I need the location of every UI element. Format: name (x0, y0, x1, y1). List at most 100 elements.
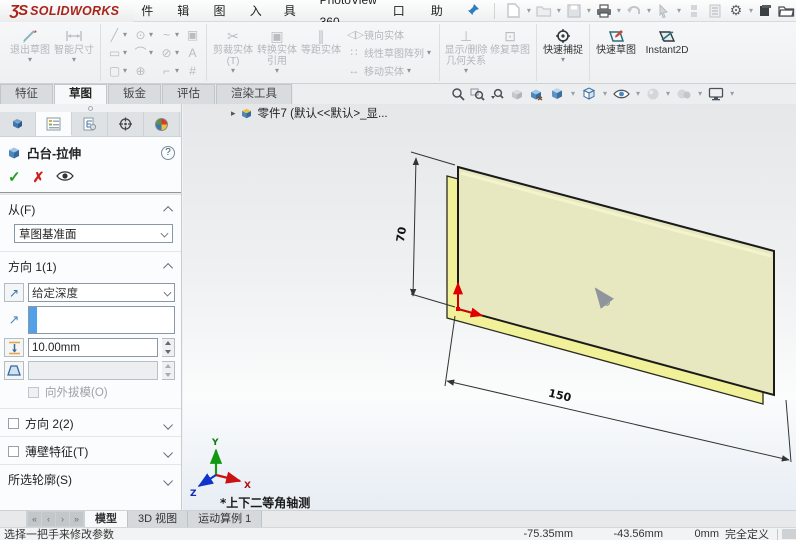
repair-sketch-button[interactable]: ⊡ 修复草图 (488, 24, 532, 81)
direction-reference-listbox[interactable] (28, 306, 175, 334)
save-icon[interactable] (565, 2, 583, 20)
dimension-height-text[interactable]: 70 (394, 226, 409, 243)
previous-view-icon[interactable] (490, 87, 505, 101)
view-display-settings-monitor-icon[interactable] (708, 87, 724, 101)
caret-icon[interactable]: ▾ (557, 6, 561, 15)
caret-icon[interactable]: ▾ (636, 89, 640, 98)
text-tool-button[interactable]: A (183, 44, 202, 62)
print-icon[interactable] (595, 2, 613, 20)
tab-motion-study[interactable]: 运动算例 1 (188, 511, 263, 527)
display-style-icon[interactable] (581, 86, 597, 101)
flyout-feature-tree[interactable]: ▸ 零件7 (默认<<默认>_显... (231, 105, 388, 121)
help-icon[interactable]: ? (161, 145, 175, 160)
spline-tool-button[interactable]: ~ ▾ (157, 26, 181, 44)
tab-feature-tree[interactable] (0, 112, 36, 136)
offset-entities-button[interactable]: ∥ 等距实体 (299, 24, 343, 81)
linear-pattern-button[interactable]: ∷ 线性草图阵列 ▾ (347, 44, 432, 61)
display-relations-button[interactable]: ⊥ 显示/删除几何关系 ▾ (444, 24, 488, 81)
tab-configuration-manager[interactable] (72, 112, 108, 136)
caret-icon[interactable]: ▾ (666, 89, 670, 98)
convert-entities-button[interactable]: ▣ 转换实体引用 ▾ (255, 24, 299, 81)
section-direction2[interactable]: 方向 2(2) (0, 408, 181, 436)
trim-entities-button[interactable]: ✂ 剪裁实体(T) ▾ (211, 24, 255, 81)
rapid-sketch-button[interactable]: 快速草图 (594, 24, 638, 81)
panel-resize-handle[interactable] (0, 104, 181, 112)
tab-dimxpert[interactable] (108, 112, 144, 136)
grid-tool-button[interactable]: # (183, 62, 202, 80)
options-list-icon[interactable] (706, 2, 724, 20)
section-view-icon[interactable] (510, 87, 524, 101)
section-from[interactable]: 从(F) (0, 194, 181, 222)
nav-next-button[interactable]: › (56, 512, 69, 526)
draft-outward-checkbox[interactable] (28, 386, 39, 398)
edit-appearance-icon[interactable] (646, 87, 660, 101)
tree-expand-icon[interactable]: ▸ (231, 108, 236, 119)
nav-prev-button[interactable]: ‹ (42, 512, 55, 526)
slot-tool-button[interactable]: ▣ (183, 26, 202, 44)
scene-canvas[interactable]: 70 150 Y X Z *上下二等角轴测 (183, 104, 796, 510)
arc-tool-button[interactable]: ⌒ ▾ (131, 44, 155, 62)
settings-gear-icon[interactable]: ⚙ (727, 2, 745, 20)
view-settings-icon[interactable] (529, 87, 544, 101)
view-orientation-cube-icon[interactable] (549, 86, 565, 101)
thin-feature-checkbox[interactable] (8, 446, 19, 457)
rebuild-icon[interactable] (685, 2, 703, 20)
cancel-button[interactable]: ✗ (33, 169, 45, 186)
undo-icon[interactable] (625, 2, 643, 20)
graphics-viewport[interactable]: ▾ ▾ ▾ ▾ ▾ ▾ ▸ 零件7 (默认<<默认>_显... 70 150 Y… (183, 87, 796, 510)
exit-sketch-button[interactable]: 退出草图 ▾ (8, 24, 52, 81)
draft-spinner[interactable] (162, 361, 175, 380)
pin-menu-icon[interactable] (467, 3, 480, 19)
draft-button[interactable] (4, 361, 24, 380)
quick-snaps-button[interactable]: 快速捕捉 ▾ (541, 24, 585, 81)
mirror-entities-button[interactable]: ◁▷ 镜向实体 (347, 26, 431, 43)
zoom-fit-icon[interactable] (451, 87, 465, 101)
preview-eye-button[interactable] (56, 170, 75, 185)
nav-first-button[interactable]: « (28, 512, 41, 526)
tab-evaluate[interactable]: 评估 (162, 84, 215, 104)
open-document-icon[interactable] (535, 2, 553, 20)
caret-icon[interactable]: ▾ (527, 6, 531, 15)
select-cursor-icon[interactable] (655, 2, 673, 20)
reverse-direction-button[interactable]: ↗ (4, 283, 24, 302)
direction2-checkbox[interactable] (8, 418, 19, 429)
from-plane-select[interactable]: 草图基准面 (14, 224, 173, 243)
dimension-width-text[interactable]: 150 (547, 387, 573, 405)
open-folder-icon[interactable] (778, 2, 796, 20)
confirm-button[interactable]: ✓ (8, 168, 21, 186)
section-thin-feature[interactable]: 薄壁特征(T) (0, 436, 181, 464)
point-tool-button[interactable]: ⊕ (131, 62, 155, 80)
smart-dimension-button[interactable]: 智能尺寸 ▾ (52, 24, 96, 81)
caret-icon[interactable]: ▾ (647, 6, 651, 15)
caret-icon[interactable]: ▾ (617, 6, 621, 15)
caret-icon[interactable]: ▾ (571, 89, 575, 98)
depth-input[interactable] (32, 341, 154, 354)
tab-3d-views[interactable]: 3D 视图 (128, 511, 189, 527)
tab-features[interactable]: 特征 (0, 84, 53, 104)
apply-scene-icon[interactable] (676, 87, 692, 101)
zoom-area-icon[interactable] (470, 87, 485, 101)
instant2d-button[interactable]: Instant2D (638, 24, 696, 81)
tab-property-manager[interactable] (36, 112, 72, 136)
caret-icon[interactable]: ▾ (603, 89, 607, 98)
caret-icon[interactable]: ▾ (587, 6, 591, 15)
nav-last-button[interactable]: » (70, 512, 83, 526)
fillet-tool-button[interactable]: ⌐ ▾ (157, 62, 181, 80)
section-direction1[interactable]: 方向 1(1) (0, 251, 181, 279)
tree-item-label[interactable]: 零件7 (默认<<默认>_显... (258, 105, 388, 121)
ellipse-tool-button[interactable]: ⊘ ▾ (157, 44, 181, 62)
caret-icon[interactable]: ▾ (698, 89, 702, 98)
tab-sketch[interactable]: 草图 (54, 84, 107, 104)
help-search-icon[interactable] (757, 2, 775, 20)
depth-spinner[interactable] (162, 338, 175, 357)
tab-render-tools[interactable]: 渲染工具 (216, 84, 292, 104)
circle-tool-button[interactable]: ⊙ ▾ (131, 26, 155, 44)
tab-sheet-metal[interactable]: 钣金 (108, 84, 161, 104)
plane-tool-button[interactable]: ▢ ▾ (105, 62, 129, 80)
caret-icon[interactable]: ▾ (730, 89, 734, 98)
move-entities-button[interactable]: ↔ 移动实体 ▾ (347, 62, 431, 79)
line-tool-button[interactable]: ╱ ▾ (105, 26, 129, 44)
status-corner-icon[interactable] (782, 529, 796, 539)
section-selected-contours[interactable]: 所选轮廓(S) (0, 464, 181, 492)
depth-field[interactable] (28, 338, 158, 357)
